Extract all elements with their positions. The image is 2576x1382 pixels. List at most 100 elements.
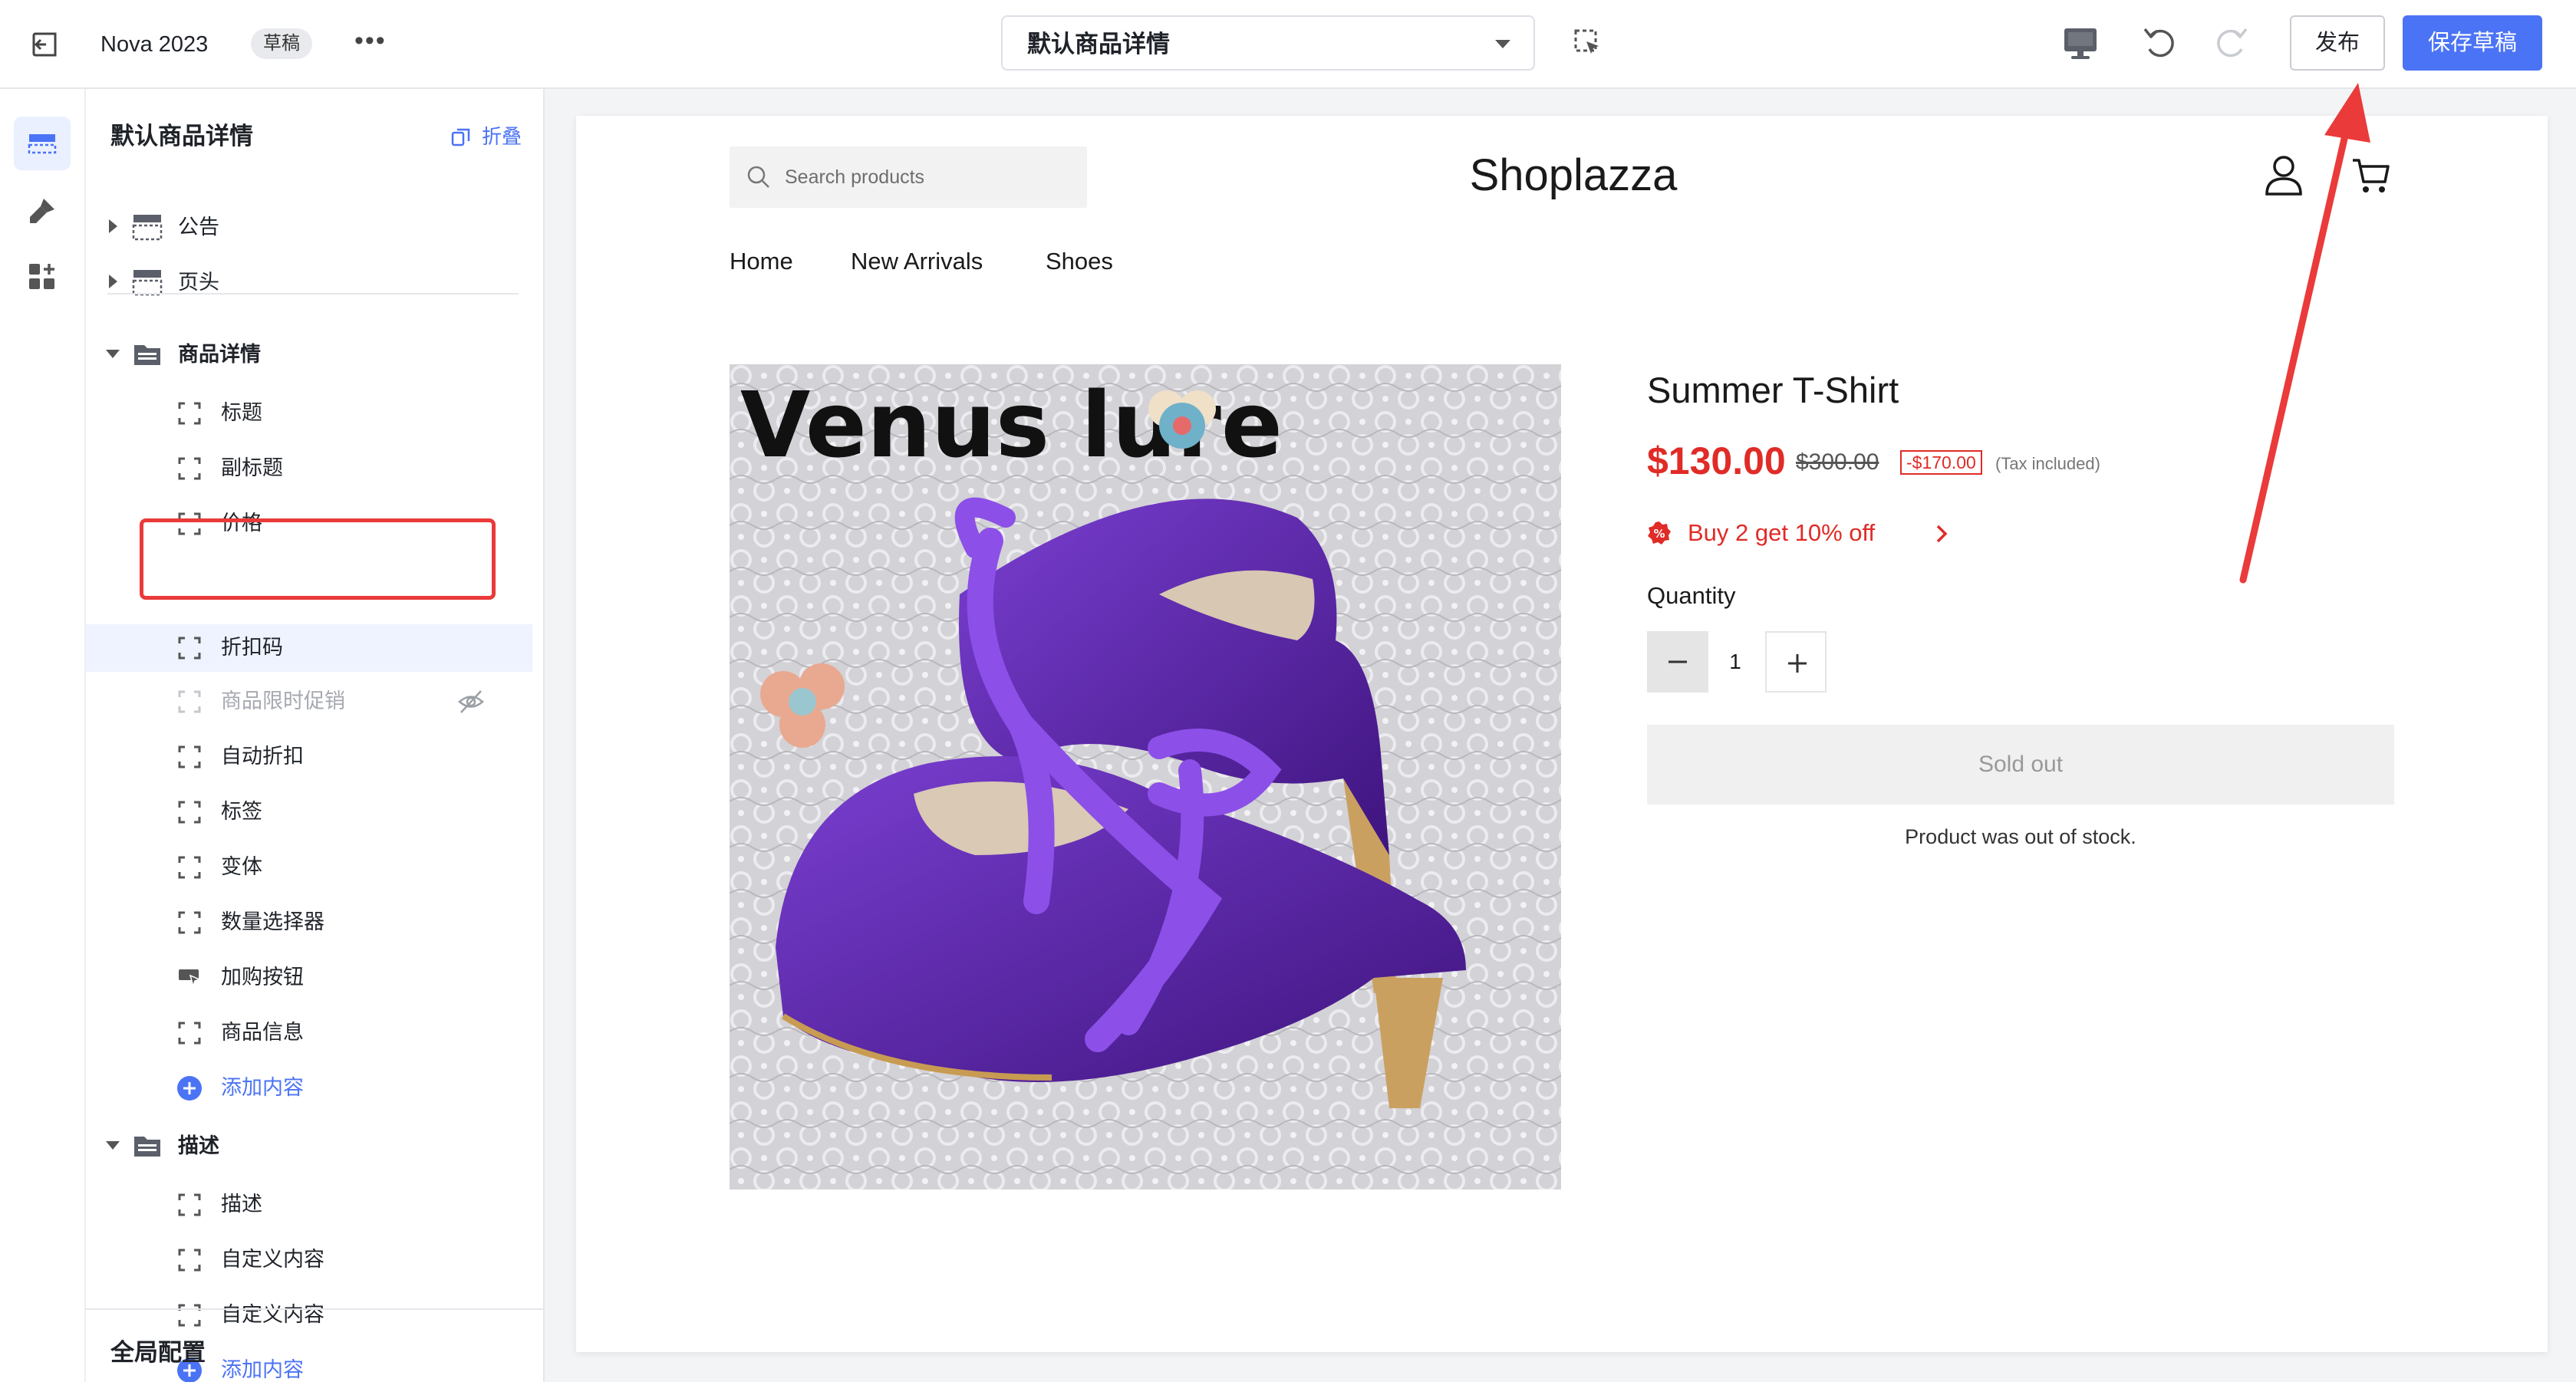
block-item-variants[interactable]: 变体 xyxy=(86,844,545,890)
annotation-highlight-box xyxy=(140,518,496,600)
section-product-details[interactable]: 商品详情 xyxy=(86,331,545,377)
sections-panel: 默认商品详情 折叠 公告 页头 商品详情 标题 副标题 价格 折扣码 商品限时促… xyxy=(86,89,545,1382)
nav-shoes[interactable]: Shoes xyxy=(1046,246,1113,277)
collapse-icon xyxy=(451,128,470,146)
save-draft-button[interactable]: 保存草稿 xyxy=(2403,15,2542,71)
block-label: 标签 xyxy=(221,800,262,823)
desktop-preview-icon[interactable] xyxy=(2062,26,2099,61)
block-label: 加购按钮 xyxy=(221,966,304,989)
block-label: 折扣码 xyxy=(221,636,283,659)
chevron-right-icon[interactable] xyxy=(1932,522,1952,545)
publish-button[interactable]: 发布 xyxy=(2290,15,2385,71)
section-folder-icon xyxy=(134,345,160,365)
section-header[interactable]: 页头 xyxy=(86,259,545,305)
quantity-input[interactable]: 1 xyxy=(1716,631,1754,693)
chevron-down-icon xyxy=(106,350,120,358)
block-item-description[interactable]: 描述 xyxy=(86,1181,545,1227)
add-content-label: 添加内容 xyxy=(221,1358,304,1381)
block-item-custom-content[interactable]: 自定义内容 xyxy=(86,1236,545,1282)
section-layout-icon xyxy=(132,215,163,241)
paint-brush-icon xyxy=(30,199,54,223)
store-preview: Search products Shoplazza Home New Arriv… xyxy=(576,116,2548,1352)
product-title: Summer T-Shirt xyxy=(1647,370,1899,410)
status-badge: 草稿 xyxy=(251,28,312,59)
section-label: 描述 xyxy=(178,1134,219,1157)
block-label: 数量选择器 xyxy=(221,910,324,933)
product-image[interactable]: Venus lure xyxy=(730,364,1561,1190)
undo-icon[interactable] xyxy=(2140,25,2179,63)
top-toolbar: Nova 2023 草稿 ••• 默认商品详情 发布 保存草稿 xyxy=(0,0,2576,89)
block-label: 自定义内容 xyxy=(221,1303,324,1326)
quantity-increase-button[interactable] xyxy=(1765,631,1827,693)
block-label: 自动折扣 xyxy=(221,745,304,768)
rail-theme-style[interactable] xyxy=(14,184,71,238)
eye-off-icon[interactable] xyxy=(457,689,485,715)
section-folder-icon xyxy=(134,1137,160,1157)
block-item-auto-discount[interactable]: 自动折扣 xyxy=(86,733,545,779)
block-icon xyxy=(178,1022,201,1045)
search-placeholder: Search products xyxy=(785,166,925,188)
nav-new-arrivals[interactable]: New Arrivals xyxy=(851,246,983,277)
block-label: 描述 xyxy=(221,1193,262,1216)
store-logo[interactable]: Shoplazza xyxy=(1458,148,1688,203)
chevron-down-icon xyxy=(1495,40,1510,48)
block-icon xyxy=(178,457,201,480)
block-icon xyxy=(178,911,201,934)
section-announcement[interactable]: 公告 xyxy=(86,204,545,250)
promo-badge-icon: % xyxy=(1648,522,1671,545)
divider xyxy=(86,1308,545,1310)
block-icon xyxy=(178,1249,201,1272)
layout-sections-icon xyxy=(28,134,57,154)
block-label: 副标题 xyxy=(221,456,283,479)
theme-name: Nova 2023 xyxy=(100,32,209,57)
block-icon xyxy=(178,637,201,660)
block-item-add-to-cart[interactable]: 加购按钮 xyxy=(86,954,545,1000)
quantity-label: Quantity xyxy=(1647,582,1736,609)
block-label: 变体 xyxy=(221,855,262,878)
discount-badge: -$170.00 xyxy=(1900,450,1982,475)
global-config-item[interactable]: 全局配置 xyxy=(110,1338,206,1368)
section-label: 公告 xyxy=(178,216,219,239)
add-content-label: 添加内容 xyxy=(221,1076,304,1099)
block-item-subtitle[interactable]: 副标题 xyxy=(86,445,545,491)
svg-text:%: % xyxy=(1653,527,1665,541)
block-item-product-info[interactable]: 商品信息 xyxy=(86,1009,545,1055)
block-label: 标题 xyxy=(221,401,262,424)
product-price: $130.00 xyxy=(1647,439,1786,482)
block-item-custom-content[interactable]: 自定义内容 xyxy=(86,1292,545,1338)
add-content-button[interactable]: 添加内容 xyxy=(86,1064,545,1111)
select-element-icon[interactable] xyxy=(1573,28,1603,58)
quantity-decrease-button[interactable] xyxy=(1647,631,1708,693)
block-icon xyxy=(178,801,201,824)
chevron-down-icon xyxy=(106,1141,120,1150)
collapse-label: 折叠 xyxy=(482,125,522,148)
block-label: 商品信息 xyxy=(221,1021,304,1044)
template-select-value: 默认商品详情 xyxy=(1027,31,1170,58)
block-item-title[interactable]: 标题 xyxy=(86,390,545,436)
sold-out-button[interactable]: Sold out xyxy=(1647,725,2394,805)
block-item-quantity-selector[interactable]: 数量选择器 xyxy=(86,899,545,945)
panel-title: 默认商品详情 xyxy=(110,123,253,150)
minus-icon xyxy=(1668,660,1687,663)
nav-home[interactable]: Home xyxy=(730,246,793,277)
section-label: 商品详情 xyxy=(178,343,261,366)
cart-icon[interactable] xyxy=(2351,156,2391,196)
plus-circle-icon xyxy=(177,1076,202,1101)
rail-sections[interactable] xyxy=(14,117,71,170)
out-of-stock-message: Product was out of stock. xyxy=(1905,825,2136,848)
search-icon xyxy=(747,166,769,188)
block-item-discount-code[interactable]: 折扣码 xyxy=(86,624,532,672)
user-account-icon[interactable] xyxy=(2264,154,2304,197)
section-description[interactable]: 描述 xyxy=(86,1123,545,1169)
more-icon[interactable]: ••• xyxy=(354,28,385,58)
promotion-link[interactable]: Buy 2 get 10% off xyxy=(1688,518,1875,548)
block-item-tags[interactable]: 标签 xyxy=(86,788,545,834)
block-icon xyxy=(178,402,201,425)
redo-icon[interactable] xyxy=(2212,25,2251,63)
exit-icon[interactable] xyxy=(28,28,61,61)
search-input[interactable]: Search products xyxy=(730,146,1087,208)
rail-apps[interactable] xyxy=(14,250,71,304)
template-select[interactable]: 默认商品详情 xyxy=(1001,15,1535,71)
block-icon xyxy=(178,856,201,879)
block-item-flash-sale[interactable]: 商品限时促销 xyxy=(86,678,545,724)
